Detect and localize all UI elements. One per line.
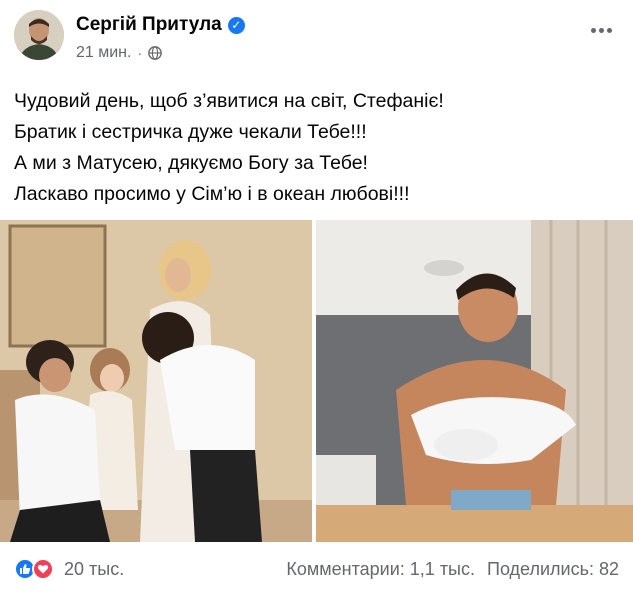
post-meta: 21 мин. · [76, 44, 162, 62]
post-stats: Комментарии: 1,1 тыс. Поделились: 82 [286, 559, 619, 580]
post-text-line: А ми з Матусею, дякуємо Богу за Тебе! [14, 152, 368, 174]
post-footer: 20 тыс. Комментарии: 1,1 тыс. Поделились… [14, 556, 619, 590]
reactions-summary[interactable]: 20 тыс. [14, 558, 124, 580]
family-photo[interactable] [0, 220, 312, 542]
facebook-post: Сергій Притула ✓ 21 мин. · Чудовий день,… [0, 0, 633, 600]
author-name[interactable]: Сергій Притула [76, 14, 222, 36]
post-text-line: Чудовий день, щоб з’явитися на світ, Сте… [14, 90, 444, 112]
more-options-icon[interactable] [585, 18, 617, 42]
love-reaction-icon [32, 558, 54, 580]
post-text-line: Братик і сестричка дуже чекали Тебе!!! [14, 121, 367, 143]
meta-separator: · [137, 45, 143, 61]
verified-badge-icon: ✓ [227, 16, 245, 34]
avatar-photo [14, 10, 64, 60]
post-text: Чудовий день, щоб з’явитися на світ, Сте… [14, 86, 619, 210]
father-baby-photo[interactable] [316, 220, 633, 542]
comments-link[interactable]: Комментарии: 1,1 тыс. [286, 559, 475, 580]
post-photos [0, 220, 633, 542]
reaction-count: 20 тыс. [64, 558, 125, 579]
post-header: Сергій Притула ✓ 21 мин. · [14, 10, 619, 66]
author-line: Сергій Притула ✓ [76, 14, 245, 36]
globe-icon[interactable] [148, 46, 162, 60]
family-photo-image [0, 220, 312, 542]
father-baby-photo-image [316, 220, 633, 542]
post-text-line: Ласкаво просимо у Сім’ю і в океан любові… [14, 183, 410, 205]
post-timestamp[interactable]: 21 мин. [76, 44, 131, 62]
shares-link[interactable]: Поделились: 82 [487, 559, 619, 580]
avatar[interactable] [14, 10, 64, 60]
